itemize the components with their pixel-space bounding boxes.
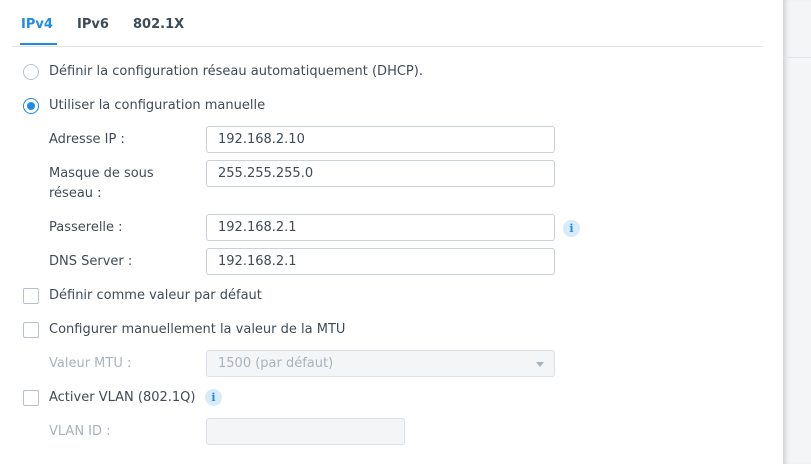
ip-address-label: Adresse IP : [49, 132, 125, 147]
tab-8021x[interactable]: 802.1X [133, 17, 184, 32]
ip-address-input[interactable]: 192.168.2.10 [206, 126, 555, 153]
background-window-edge [783, 0, 811, 464]
active-tab-indicator [20, 43, 57, 45]
divider [783, 57, 811, 58]
set-default-checkbox[interactable] [23, 288, 39, 304]
manual-config-label[interactable]: Utiliser la configuration manuelle [49, 98, 265, 113]
vlan-label[interactable]: Activer VLAN (802.1Q) [49, 390, 195, 405]
mtu-value-text: 1500 (par défaut) [218, 356, 334, 371]
tab-bar: IPv4 IPv6 802.1X [12, 0, 763, 47]
dhcp-radio[interactable] [23, 64, 39, 80]
network-settings-panel: IPv4 IPv6 802.1X Définir la configuratio… [0, 0, 783, 464]
mtu-value-select[interactable]: 1500 (par défaut) [206, 350, 555, 377]
dns-server-label: DNS Server : [49, 254, 133, 269]
subnet-mask-label-line2: réseau : [49, 186, 102, 201]
vlan-id-label: VLAN ID : [49, 424, 111, 439]
vlan-checkbox[interactable] [23, 390, 39, 406]
manual-config-radio[interactable] [23, 98, 39, 114]
tab-ipv6[interactable]: IPv6 [77, 17, 109, 32]
vlan-info-icon[interactable]: i [205, 389, 222, 406]
mtu-value-label: Valeur MTU : [49, 356, 132, 371]
manual-mtu-checkbox[interactable] [23, 322, 39, 338]
gateway-input[interactable]: 192.168.2.1 [206, 214, 555, 241]
manual-mtu-label[interactable]: Configurer manuellement la valeur de la … [49, 322, 345, 337]
gateway-label: Passerelle : [49, 220, 123, 235]
dhcp-label[interactable]: Définir la configuration réseau automati… [49, 64, 423, 79]
gateway-info-icon[interactable]: i [563, 220, 580, 237]
chevron-down-icon [536, 362, 544, 367]
subnet-mask-label-line1: Masque de sous [49, 166, 154, 181]
set-default-label[interactable]: Définir comme valeur par défaut [49, 288, 262, 303]
subnet-mask-input[interactable]: 255.255.255.0 [206, 160, 555, 187]
vlan-id-input[interactable] [206, 418, 405, 445]
tab-ipv4[interactable]: IPv4 [21, 17, 53, 32]
dns-server-input[interactable]: 192.168.2.1 [206, 248, 555, 275]
